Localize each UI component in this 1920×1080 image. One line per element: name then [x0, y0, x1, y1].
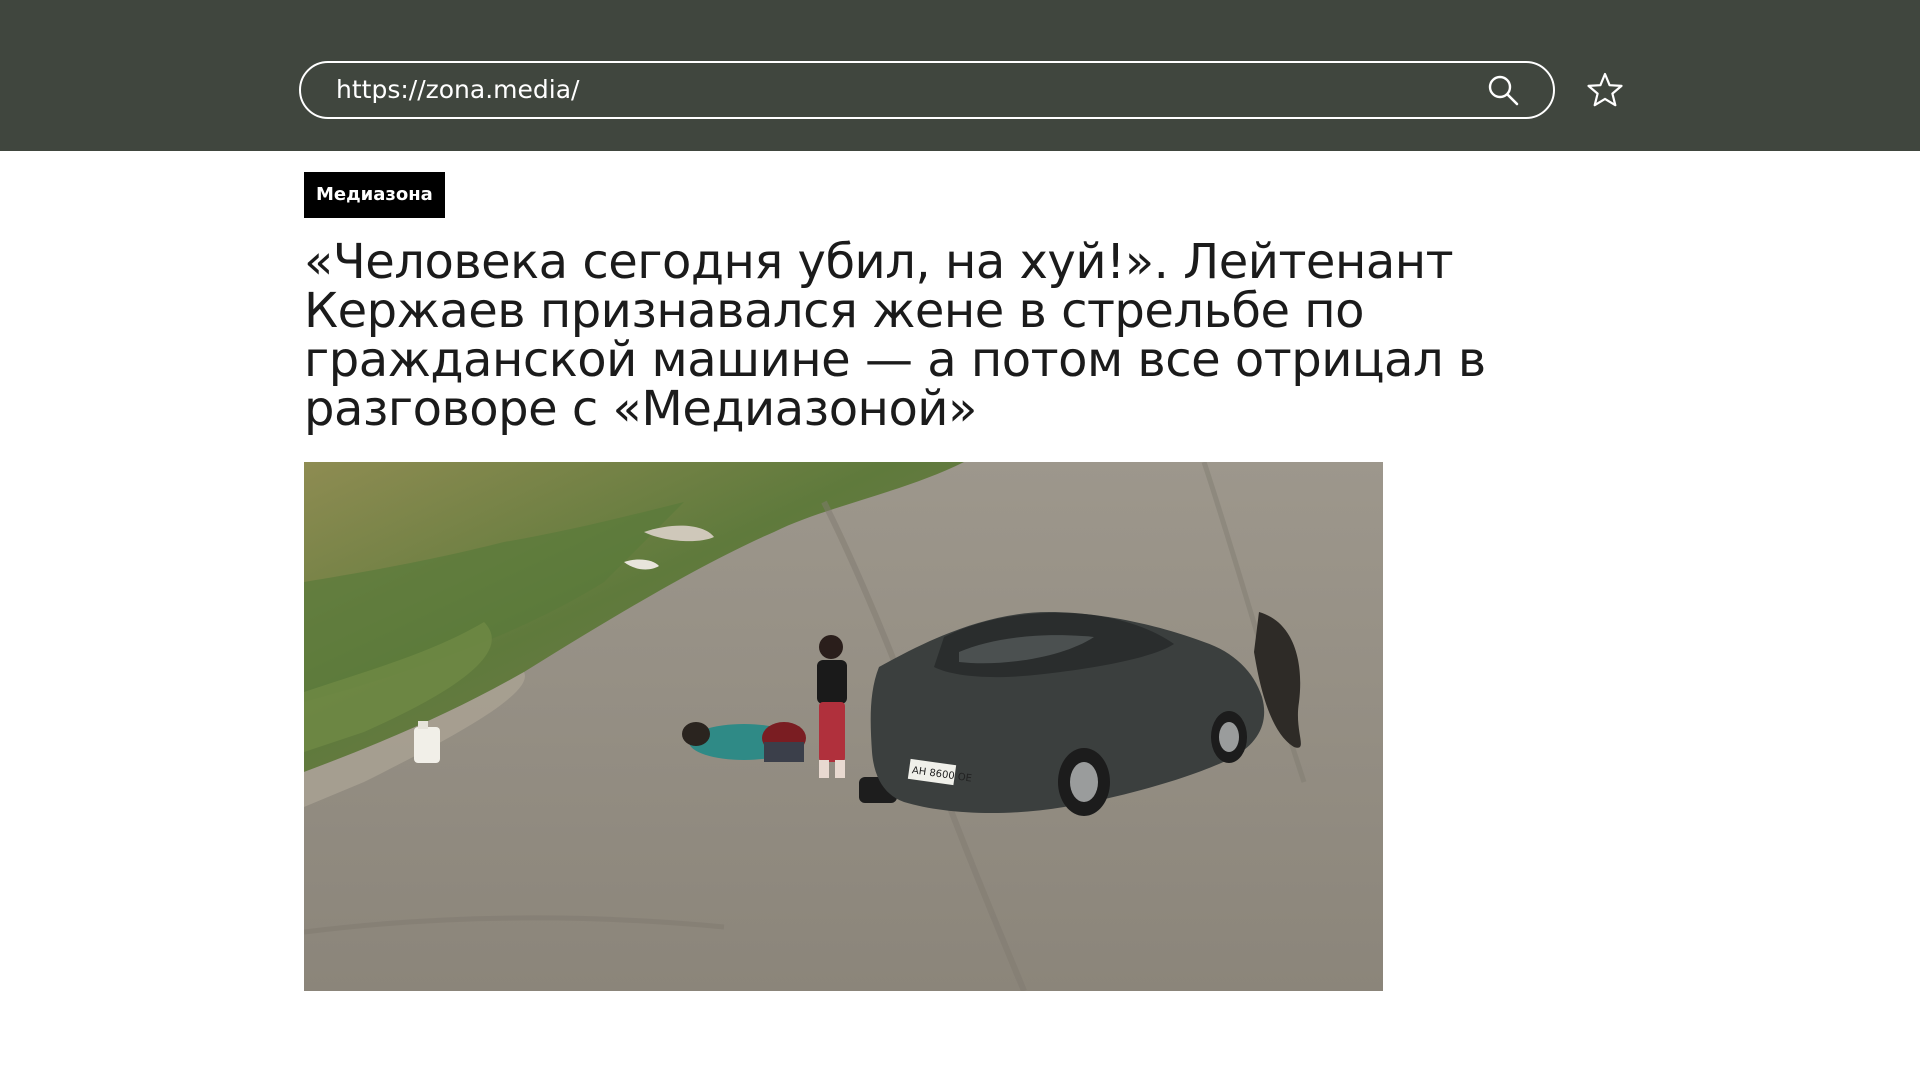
url-text[interactable]: https://zona.media/ [336, 63, 579, 117]
article-photo[interactable]: AH 8600 OE [304, 462, 1383, 991]
star-icon[interactable] [1587, 72, 1623, 108]
address-bar[interactable]: https://zona.media/ [299, 61, 1555, 119]
browser-toolbar: https://zona.media/ [0, 0, 1920, 151]
article-headline[interactable]: «Человека сегодня убил, на хуй!». Лейтен… [304, 238, 1544, 434]
search-icon[interactable] [1487, 74, 1519, 106]
source-badge[interactable]: Медиазона [304, 172, 445, 218]
